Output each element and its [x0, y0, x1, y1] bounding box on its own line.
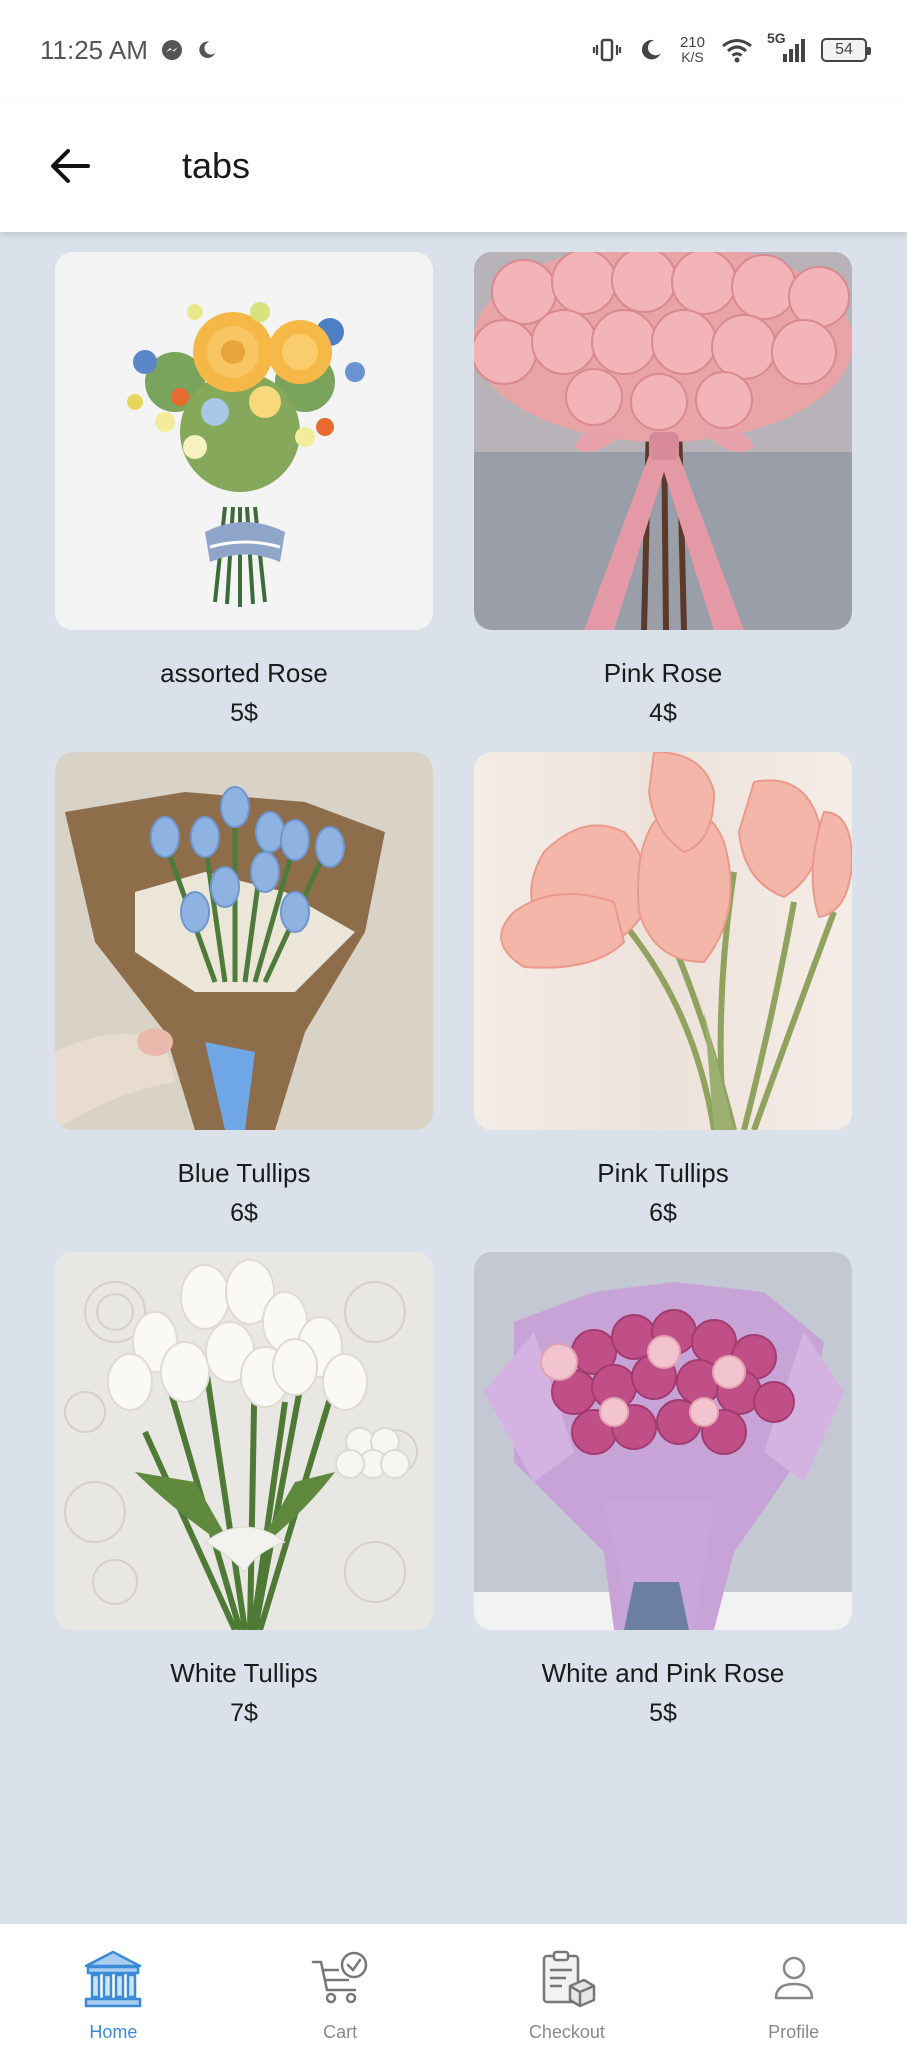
product-name: Blue Tullips — [177, 1158, 311, 1188]
nav-label: Profile — [768, 2022, 820, 2042]
product-name: Pink Tullips — [597, 1158, 729, 1188]
product-image-pink-rose-bouquet — [474, 252, 852, 630]
back-button[interactable] — [30, 126, 110, 206]
bottom-navigation: Home Cart Checkout Profile — [0, 1924, 907, 2048]
wifi-icon — [721, 37, 753, 63]
moon-icon — [196, 39, 218, 61]
bank-icon — [78, 1944, 148, 2014]
product-grid: assorted Rose 5$ Pink Rose 4$ Blue Tulli… — [55, 252, 852, 1752]
status-bar: 11:25 AM 210 K/S 5G 54 — [0, 0, 907, 100]
product-price: 7$ — [230, 1699, 258, 1727]
product-price: 4$ — [649, 699, 677, 727]
signal-icon: 5G — [767, 30, 805, 64]
product-name: White Tullips — [170, 1658, 318, 1688]
product-card[interactable]: White Tullips 7$ — [55, 1252, 433, 1752]
product-image-assorted-bouquet — [55, 252, 433, 630]
app-screen: 11:25 AM 210 K/S 5G 54 tabs assorted Ros… — [0, 0, 907, 2048]
network-speed: 210 K/S — [679, 34, 705, 65]
product-image-white-tulip-bouquet — [55, 1252, 433, 1630]
arrow-left-icon — [51, 149, 90, 183]
product-price: 5$ — [649, 1699, 677, 1727]
nav-label: Checkout — [528, 2022, 605, 2042]
product-price: 5$ — [230, 699, 258, 727]
product-card[interactable]: White and Pink Rose 5$ — [474, 1252, 852, 1752]
product-card[interactable]: assorted Rose 5$ — [55, 252, 433, 752]
nav-item-profile[interactable]: Profile — [714, 1944, 874, 2043]
cart-icon — [305, 1944, 375, 2014]
product-name: Pink Rose — [603, 658, 723, 688]
product-image-blue-tulip-bouquet — [55, 752, 433, 1130]
battery-indicator: 54 — [821, 38, 871, 62]
product-price: 6$ — [649, 1199, 677, 1227]
product-price: 6$ — [230, 1199, 258, 1227]
vibrate-icon — [592, 37, 622, 63]
nav-item-checkout[interactable]: Checkout — [487, 1944, 647, 2043]
app-bar: tabs — [0, 100, 907, 232]
messenger-icon — [160, 38, 184, 62]
product-card[interactable]: Pink Tullips 6$ — [474, 752, 852, 1252]
product-name: assorted Rose — [160, 658, 328, 688]
nav-item-home[interactable]: Home — [33, 1944, 193, 2043]
nav-label: Home — [89, 2022, 138, 2042]
status-time: 11:25 AM — [40, 34, 148, 65]
product-card[interactable]: Pink Rose 4$ — [474, 252, 852, 752]
nav-label: Cart — [323, 2022, 358, 2042]
product-image-pink-tulips-vase — [474, 752, 852, 1130]
profile-icon — [759, 1944, 829, 2014]
checkout-icon — [532, 1944, 602, 2014]
page-title: tabs — [182, 145, 251, 186]
product-image-white-pink-rose-bouquet — [474, 1252, 852, 1630]
product-card[interactable]: Blue Tullips 6$ — [55, 752, 433, 1252]
dnd-moon-icon — [638, 37, 664, 63]
nav-item-cart[interactable]: Cart — [260, 1944, 420, 2043]
product-name: White and Pink Rose — [541, 1658, 785, 1688]
